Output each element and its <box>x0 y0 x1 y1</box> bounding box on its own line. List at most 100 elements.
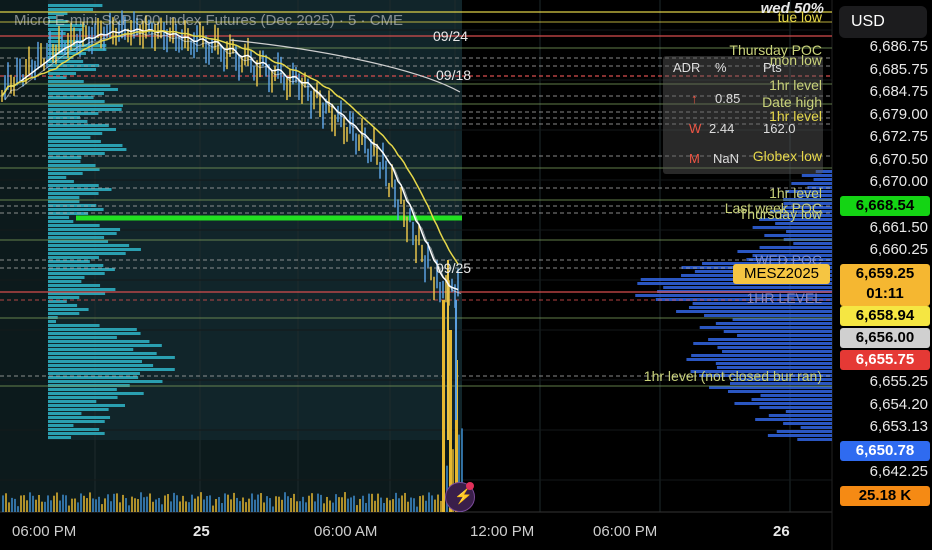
price-tag: 6,655.75 <box>840 350 930 370</box>
volume-bar <box>188 502 190 512</box>
level-label: 1HR LEVEL <box>746 290 822 306</box>
profile-bar <box>48 348 134 351</box>
profile-bar <box>48 364 154 367</box>
price-tag: 6,656.00 <box>840 328 930 348</box>
volume-bar <box>62 494 64 512</box>
volume-bar <box>164 495 166 512</box>
time-axis-label: 12:00 PM <box>470 523 535 540</box>
profile-bar <box>48 396 118 399</box>
profile-bar <box>48 8 94 11</box>
price-axis-label: 6,642.25 <box>869 463 928 480</box>
profile-bar <box>48 324 100 327</box>
price-axis-label: 6,686.75 <box>869 38 928 55</box>
profile-bar <box>48 132 103 135</box>
currency-button[interactable]: USD <box>839 6 927 38</box>
volume-bar <box>44 501 46 512</box>
volume-bar <box>23 495 25 512</box>
volume-bar <box>239 501 241 512</box>
volume-bar <box>302 496 304 512</box>
volume-bar <box>47 495 49 512</box>
profile-bar <box>715 322 832 325</box>
profile-bar <box>48 432 105 435</box>
volume-bar <box>365 502 367 512</box>
profile-bar <box>48 392 144 395</box>
volume-bar <box>314 501 316 512</box>
volume-bar <box>17 506 19 512</box>
volume-bar <box>308 495 310 512</box>
volume-bar <box>209 495 211 512</box>
profile-bar <box>676 310 832 313</box>
volume-bar <box>155 499 157 512</box>
volume-bar <box>53 495 55 512</box>
notification-dot <box>466 482 474 490</box>
level-label: 09/25 <box>436 260 472 276</box>
volume-bar <box>131 496 133 512</box>
volume-bar <box>77 502 79 512</box>
volume-bar <box>389 500 391 512</box>
volume-bar <box>110 501 112 512</box>
profile-bar <box>48 360 142 363</box>
volume-bar <box>197 496 199 512</box>
profile-bar <box>48 180 74 183</box>
volume-bar <box>158 497 160 512</box>
volume-bar <box>299 501 301 512</box>
profile-bar <box>48 244 130 247</box>
volume-bar <box>251 493 253 512</box>
volume-bar <box>317 493 319 512</box>
volume-bar <box>215 499 217 512</box>
volume-bar <box>338 497 340 512</box>
volume-bar <box>38 494 40 512</box>
profile-bar <box>48 284 101 287</box>
volume-bar <box>362 495 364 512</box>
profile-bar <box>48 312 80 315</box>
profile-bar <box>48 152 105 155</box>
profile-bar <box>48 72 77 75</box>
volume-bar <box>107 494 109 512</box>
price-axis-label: 6,655.25 <box>869 373 928 390</box>
volume-bar <box>59 500 61 512</box>
profile-bar <box>775 222 832 225</box>
volume-bar <box>290 498 292 512</box>
volume-bar <box>29 492 31 512</box>
profile-bar <box>776 430 832 433</box>
volume-bar <box>434 499 436 512</box>
profile-bar <box>663 286 832 289</box>
price-axis-label: 6,670.00 <box>869 173 928 190</box>
volume-bar <box>152 501 154 512</box>
volume-bar <box>191 494 193 512</box>
profile-bar <box>48 280 82 283</box>
volume-bar <box>245 502 247 512</box>
volume-bar <box>305 502 307 512</box>
profile-bar <box>48 424 74 427</box>
profile-bar <box>48 92 104 95</box>
volume-bar <box>194 498 196 512</box>
profile-bar <box>768 414 832 417</box>
volume-bar <box>266 496 268 512</box>
level-label: Thursday low <box>738 206 822 222</box>
profile-bar <box>48 320 56 323</box>
volume-bar <box>374 500 376 512</box>
price-tag: 6,658.94 <box>840 306 930 326</box>
profile-bar <box>704 314 832 317</box>
profile-bar <box>783 422 832 425</box>
volume-bar <box>236 497 238 512</box>
profile-bar <box>48 160 81 163</box>
volume-bar <box>2 495 4 512</box>
volume-bar <box>437 494 439 512</box>
profile-bar <box>48 328 137 331</box>
volume-bar <box>200 492 202 512</box>
volume-bar <box>371 493 373 512</box>
profile-bar <box>708 338 832 341</box>
profile-bar <box>693 342 832 345</box>
volume-bar <box>74 498 76 512</box>
adr-row-pct: 2.44 <box>709 121 735 136</box>
profile-bar <box>48 428 100 431</box>
price-axis-label: 6,661.50 <box>869 219 928 236</box>
volume-bar <box>92 498 94 512</box>
profile-bar <box>48 368 175 371</box>
profile-bar <box>801 174 832 177</box>
volume-bar <box>392 499 394 512</box>
volume-bar <box>326 496 328 512</box>
profile-bar <box>48 408 109 411</box>
price-axis-label: 6,653.13 <box>869 418 928 435</box>
